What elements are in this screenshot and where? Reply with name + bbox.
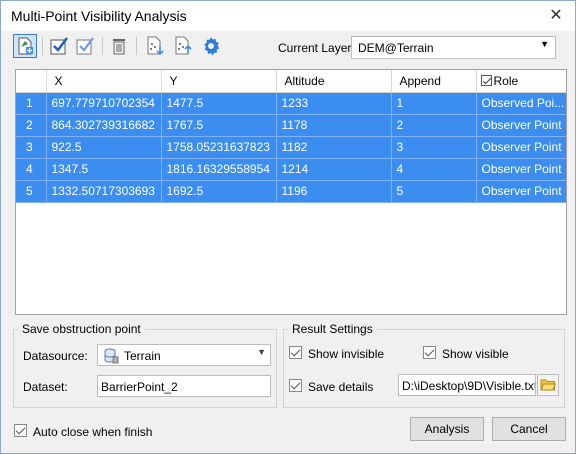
title-bar: Multi-Point Visibility Analysis ✕	[1, 1, 575, 31]
export-icon	[175, 36, 192, 55]
cell-append[interactable]: 3	[391, 136, 477, 159]
row-index: 2	[16, 114, 47, 137]
cell-append[interactable]: 4	[391, 158, 477, 181]
points-grid[interactable]: X Y Altitude Append Role 1 697.779710702…	[15, 69, 567, 315]
show-invisible-label: Show invisible	[308, 347, 385, 361]
datasource-label: Datasource:	[23, 349, 88, 363]
cell-append[interactable]: 5	[391, 180, 477, 203]
column-header-append[interactable]: Append	[391, 70, 477, 93]
grid-header-row: X Y Altitude Append Role	[16, 70, 566, 93]
cell-y[interactable]: 1692.5	[161, 180, 277, 203]
cell-x[interactable]: 864.302739316682	[46, 114, 162, 137]
role-header-label: Role	[493, 73, 519, 88]
cell-altitude[interactable]: 1214	[276, 158, 392, 181]
cancel-button[interactable]: Cancel	[492, 417, 566, 441]
datasource-value: Terrain	[124, 349, 161, 363]
settings-button[interactable]	[199, 34, 223, 58]
cell-y[interactable]: 1477.5	[161, 92, 277, 115]
row-index: 5	[16, 180, 47, 203]
table-row[interactable]: 3 922.5 1758.05231637823 1182 3 Observer…	[16, 136, 566, 159]
save-details-checkbox[interactable]	[289, 379, 302, 392]
show-invisible-checkbox[interactable]	[289, 346, 302, 359]
dialog-window: Multi-Point Visibility Analysis ✕ Curren…	[0, 0, 576, 454]
table-row[interactable]: 5 1332.50717303693 1692.5 1196 5 Observe…	[16, 180, 566, 203]
row-index: 3	[16, 136, 47, 159]
browse-button[interactable]	[537, 374, 559, 396]
cell-role[interactable]: Observer Point	[476, 114, 566, 137]
import-icon	[147, 36, 164, 56]
export-button[interactable]	[171, 34, 195, 58]
save-details-label: Save details	[308, 380, 374, 394]
details-path-input[interactable]: D:\iDesktop\9D\Visible.txt	[398, 374, 536, 396]
show-visible-checkbox[interactable]	[423, 346, 436, 359]
role-header-checkbox[interactable]	[480, 74, 492, 86]
row-index: 1	[16, 92, 47, 115]
cell-y[interactable]: 1767.5	[161, 114, 277, 137]
table-row[interactable]: 1 697.779710702354 1477.5 1233 1 Observe…	[16, 92, 566, 115]
delete-button[interactable]	[107, 34, 131, 58]
cell-append[interactable]: 1	[391, 92, 477, 115]
datasource-select[interactable]: Terrain ▼	[97, 344, 271, 366]
auto-close-checkbox[interactable]	[14, 424, 27, 437]
chevron-down-icon: ▼	[540, 39, 549, 49]
cell-x[interactable]: 697.779710702354	[46, 92, 162, 115]
gear-icon	[204, 37, 220, 56]
dataset-input[interactable]: BarrierPoint_2	[97, 375, 271, 397]
close-icon[interactable]: ✕	[545, 5, 567, 27]
cell-role[interactable]: Observer Point	[476, 136, 566, 159]
row-index: 4	[16, 158, 47, 181]
cell-altitude[interactable]: 1233	[276, 92, 392, 115]
checkbox-uncheck-icon	[76, 37, 94, 55]
show-visible-label: Show visible	[442, 347, 509, 361]
column-header-altitude[interactable]: Altitude	[276, 70, 392, 93]
column-header-role[interactable]: Role	[476, 70, 566, 93]
add-point-icon	[18, 37, 33, 55]
grid-header-index	[16, 70, 47, 93]
cell-altitude[interactable]: 1178	[276, 114, 392, 137]
table-row[interactable]: 4 1347.5 1816.16329558954 1214 4 Observe…	[16, 158, 566, 181]
current-layer-value: DEM@Terrain	[358, 41, 434, 55]
trash-icon	[113, 39, 125, 55]
table-row[interactable]: 2 864.302739316682 1767.5 1178 2 Observe…	[16, 114, 566, 137]
analysis-button[interactable]: Analysis	[410, 417, 484, 441]
cell-x[interactable]: 922.5	[46, 136, 162, 159]
select-all-button[interactable]	[47, 34, 71, 58]
cell-y[interactable]: 1816.16329558954	[161, 158, 277, 181]
import-button[interactable]	[143, 34, 167, 58]
cell-append[interactable]: 2	[391, 114, 477, 137]
cell-altitude[interactable]: 1196	[276, 180, 392, 203]
cell-role[interactable]: Observer Point	[476, 158, 566, 181]
cell-altitude[interactable]: 1182	[276, 136, 392, 159]
cell-x[interactable]: 1347.5	[46, 158, 162, 181]
obstruction-legend: Save obstruction point	[22, 322, 141, 336]
dataset-label: Dataset:	[23, 380, 68, 394]
add-point-button[interactable]	[13, 34, 37, 58]
result-settings-legend: Result Settings	[292, 322, 373, 336]
cell-x[interactable]: 1332.50717303693	[46, 180, 162, 203]
database-icon	[104, 348, 119, 364]
column-header-y[interactable]: Y	[161, 70, 277, 93]
current-layer-label: Current Layer:	[278, 41, 355, 55]
cell-role[interactable]: Observed Poi...	[476, 92, 566, 115]
window-title: Multi-Point Visibility Analysis	[11, 8, 187, 24]
cell-y[interactable]: 1758.05231637823	[161, 136, 277, 159]
chevron-down-icon: ▼	[257, 347, 266, 357]
cell-role[interactable]: Observer Point	[476, 180, 566, 203]
checkbox-checked-icon	[50, 37, 68, 55]
deselect-all-button[interactable]	[73, 34, 97, 58]
column-header-x[interactable]: X	[46, 70, 162, 93]
folder-open-icon	[540, 379, 556, 391]
auto-close-label: Auto close when finish	[33, 425, 153, 439]
current-layer-select[interactable]: DEM@Terrain ▼	[351, 36, 556, 59]
